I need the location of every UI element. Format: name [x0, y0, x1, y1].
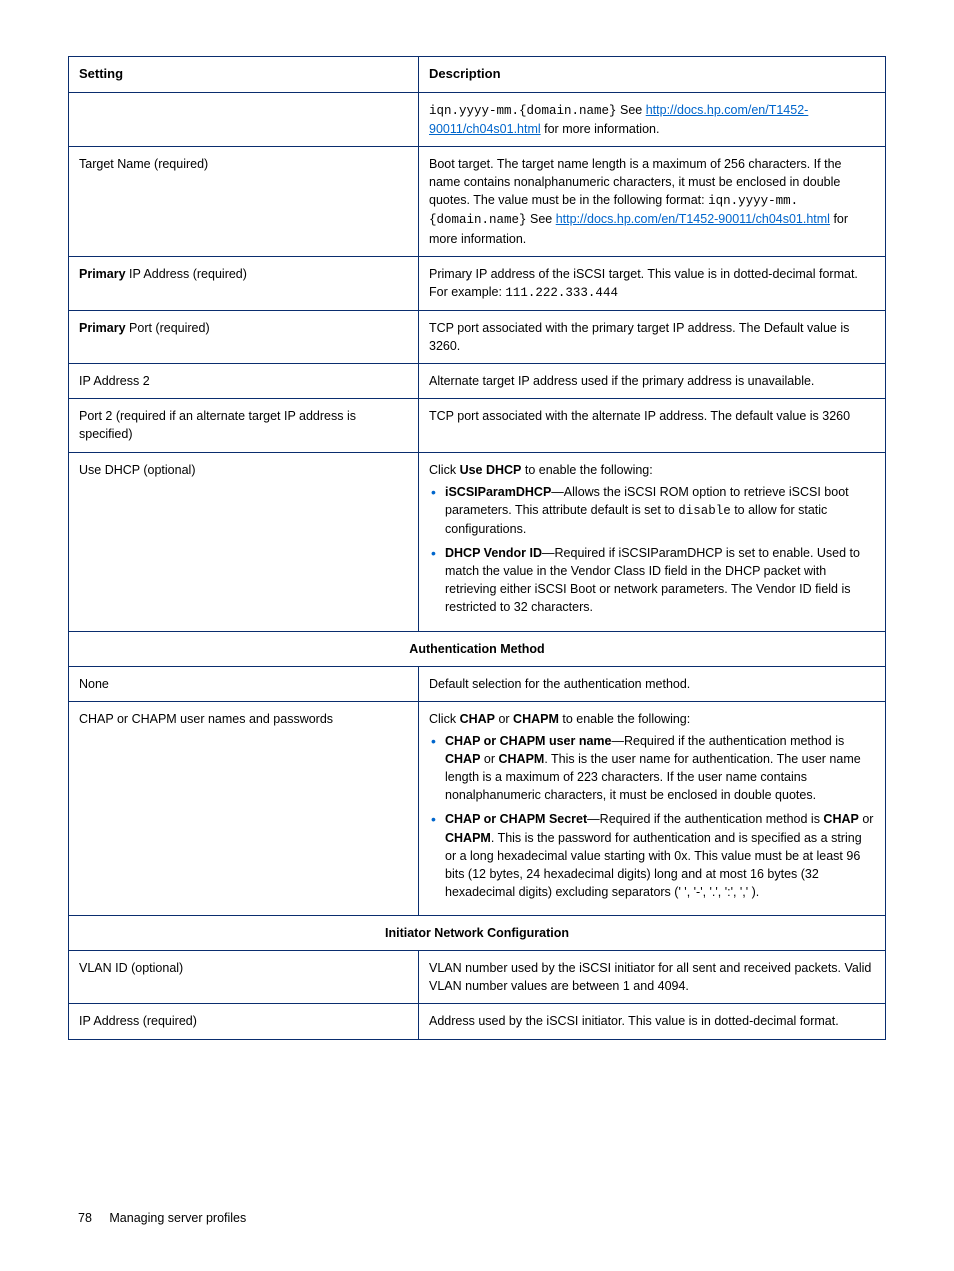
table-row: iqn.yyyy-mm.{domain.name} See http://doc… — [69, 92, 886, 146]
desc-primary-port: TCP port associated with the primary tar… — [419, 310, 886, 363]
section-row-auth: Authentication Method — [69, 631, 886, 666]
setting-initiator-ip: IP Address (required) — [69, 1004, 419, 1039]
setting-primary-port: Primary Port (required) — [69, 310, 419, 363]
header-description: Description — [419, 57, 886, 93]
section-initiator-network: Initiator Network Configuration — [69, 916, 886, 951]
desc-vlan-id: VLAN number used by the iSCSI initiator … — [419, 951, 886, 1004]
chap-intro: Click CHAP or CHAPM to enable the follow… — [429, 710, 875, 728]
desc-target-name: Boot target. The target name length is a… — [419, 147, 886, 257]
section-authentication-method: Authentication Method — [69, 631, 886, 666]
desc-cell-iqn-cont: iqn.yyyy-mm.{domain.name} See http://doc… — [419, 92, 886, 146]
list-item: DHCP Vendor ID—Required if iSCSIParamDHC… — [429, 544, 875, 617]
settings-table: Setting Description iqn.yyyy-mm.{domain.… — [68, 56, 886, 1040]
table-row: IP Address (required) Address used by th… — [69, 1004, 886, 1039]
table-row: CHAP or CHAPM user names and passwords C… — [69, 701, 886, 915]
setting-use-dhcp: Use DHCP (optional) — [69, 452, 419, 631]
desc-chap: Click CHAP or CHAPM to enable the follow… — [419, 701, 886, 915]
desc-ip2: Alternate target IP address used if the … — [419, 364, 886, 399]
table-row: Target Name (required) Boot target. The … — [69, 147, 886, 257]
list-item: CHAP or CHAPM user name—Required if the … — [429, 732, 875, 805]
desc-initiator-ip: Address used by the iSCSI initiator. Thi… — [419, 1004, 886, 1039]
footer-title: Managing server profiles — [109, 1211, 246, 1225]
use-dhcp-intro: Click Use DHCP to enable the following: — [429, 461, 875, 479]
page-footer: 78 Managing server profiles — [78, 1209, 246, 1227]
desc-auth-none: Default selection for the authentication… — [419, 666, 886, 701]
setting-auth-none: None — [69, 666, 419, 701]
setting-port2: Port 2 (required if an alternate target … — [69, 399, 419, 452]
desc-primary-ip: Primary IP address of the iSCSI target. … — [419, 256, 886, 310]
header-setting: Setting — [69, 57, 419, 93]
setting-target-name: Target Name (required) — [69, 147, 419, 257]
table-header-row: Setting Description — [69, 57, 886, 93]
table-row: None Default selection for the authentic… — [69, 666, 886, 701]
table-row: Use DHCP (optional) Click Use DHCP to en… — [69, 452, 886, 631]
table-row: Port 2 (required if an alternate target … — [69, 399, 886, 452]
table-row: Primary IP Address (required) Primary IP… — [69, 256, 886, 310]
section-row-initiator: Initiator Network Configuration — [69, 916, 886, 951]
table-row: IP Address 2 Alternate target IP address… — [69, 364, 886, 399]
table-row: Primary Port (required) TCP port associa… — [69, 310, 886, 363]
page-number: 78 — [78, 1211, 92, 1225]
setting-ip2: IP Address 2 — [69, 364, 419, 399]
table-row: VLAN ID (optional) VLAN number used by t… — [69, 951, 886, 1004]
setting-vlan-id: VLAN ID (optional) — [69, 951, 419, 1004]
setting-cell-empty — [69, 92, 419, 146]
list-item: CHAP or CHAPM Secret—Required if the aut… — [429, 810, 875, 901]
setting-primary-ip: Primary IP Address (required) — [69, 256, 419, 310]
list-item: iSCSIParamDHCP—Allows the iSCSI ROM opti… — [429, 483, 875, 538]
setting-chap: CHAP or CHAPM user names and passwords — [69, 701, 419, 915]
link-docs-2[interactable]: http://docs.hp.com/en/T1452-90011/ch04s0… — [556, 212, 830, 226]
desc-use-dhcp: Click Use DHCP to enable the following: … — [419, 452, 886, 631]
desc-port2: TCP port associated with the alternate I… — [419, 399, 886, 452]
